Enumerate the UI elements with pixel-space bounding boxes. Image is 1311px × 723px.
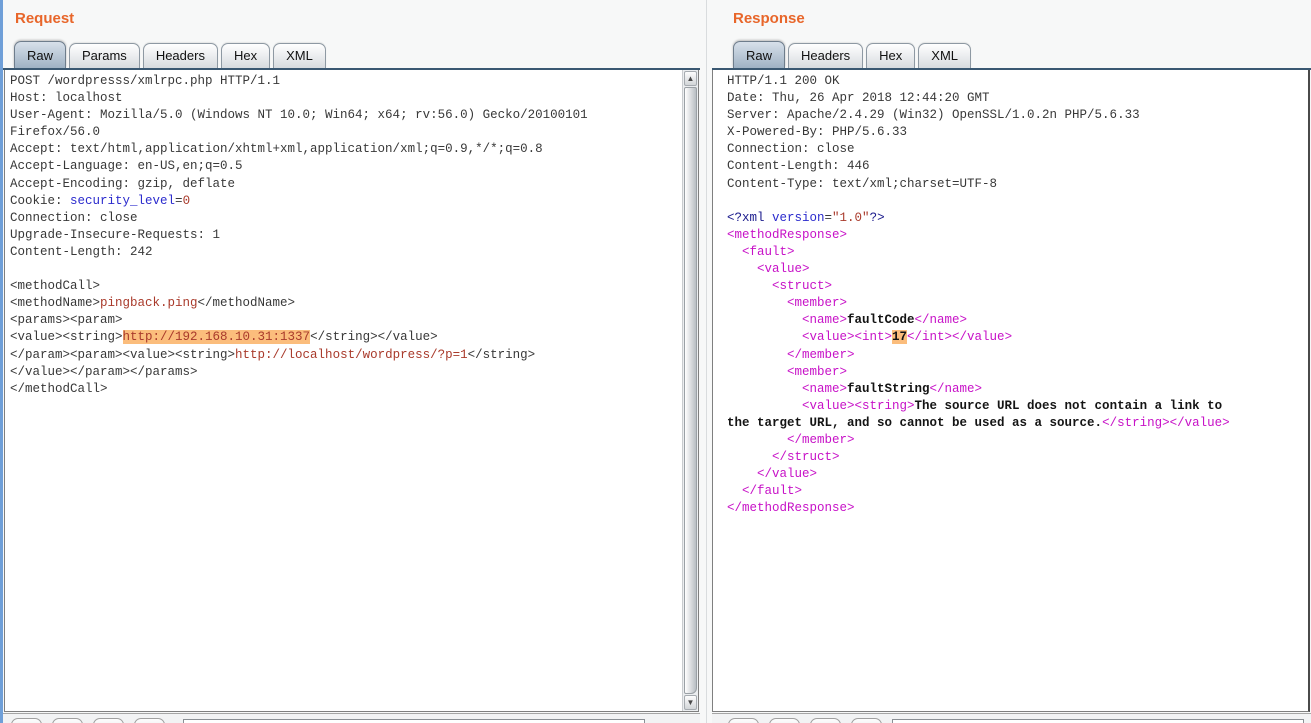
code-line: Date: Thu, 26 Apr 2018 12:44:20 GMT bbox=[727, 90, 1308, 107]
code-line: <methodResponse> bbox=[727, 227, 1308, 244]
code-line: <name>faultString</name> bbox=[727, 381, 1308, 398]
code-line: <params><param> bbox=[10, 312, 682, 329]
code-line: </fault> bbox=[727, 483, 1308, 500]
code-line: Connection: close bbox=[727, 141, 1308, 158]
code-line: Host: localhost bbox=[10, 90, 682, 107]
code-line: <methodCall> bbox=[10, 278, 682, 295]
code-line: </value></param></params> bbox=[10, 364, 682, 381]
code-line: </member> bbox=[727, 347, 1308, 364]
code-line: X-Powered-By: PHP/5.6.33 bbox=[727, 124, 1308, 141]
code-line: <?xml version="1.0"?> bbox=[727, 210, 1308, 227]
code-line: the target URL, and so cannot be used as… bbox=[727, 415, 1308, 432]
code-line: </value> bbox=[727, 466, 1308, 483]
code-line: </member> bbox=[727, 432, 1308, 449]
code-line: <member> bbox=[727, 295, 1308, 312]
code-line: <fault> bbox=[727, 244, 1308, 261]
code-line bbox=[10, 261, 682, 278]
search-button-2[interactable] bbox=[52, 718, 83, 723]
search-button-2[interactable] bbox=[769, 718, 800, 723]
code-line: Upgrade-Insecure-Requests: 1 bbox=[10, 227, 682, 244]
request-tab-hex[interactable]: Hex bbox=[221, 43, 270, 68]
code-line: Server: Apache/2.4.29 (Win32) OpenSSL/1.… bbox=[727, 107, 1308, 124]
response-panel: Response RawHeadersHexXML HTTP/1.1 200 O… bbox=[712, 0, 1311, 723]
code-line: <value><int>17</int></value> bbox=[727, 329, 1308, 346]
code-line: </methodResponse> bbox=[727, 500, 1308, 517]
code-line: <value><string>The source URL does not c… bbox=[727, 398, 1308, 415]
search-button-3[interactable] bbox=[93, 718, 124, 723]
response-viewer: HTTP/1.1 200 OKDate: Thu, 26 Apr 2018 12… bbox=[712, 70, 1310, 712]
code-line: Firefox/56.0 bbox=[10, 124, 682, 141]
response-tab-raw[interactable]: Raw bbox=[733, 41, 785, 68]
response-tabs: RawHeadersHexXML bbox=[733, 41, 971, 68]
request-tab-xml[interactable]: XML bbox=[273, 43, 326, 68]
request-title: Request bbox=[15, 10, 74, 27]
request-viewer: POST /wordpresss/xmlrpc.php HTTP/1.1Host… bbox=[4, 70, 699, 712]
scroll-down-button[interactable]: ▼ bbox=[684, 695, 697, 710]
request-scrollbar[interactable]: ▲ ▼ bbox=[682, 70, 698, 711]
response-search-bar bbox=[712, 713, 1311, 723]
scroll-thumb[interactable] bbox=[684, 87, 697, 694]
code-line: <value><string>http://192.168.10.31:1337… bbox=[10, 329, 682, 346]
code-line: Accept: text/html,application/xhtml+xml,… bbox=[10, 141, 682, 158]
request-search-input[interactable] bbox=[183, 719, 645, 723]
request-raw-content[interactable]: POST /wordpresss/xmlrpc.php HTTP/1.1Host… bbox=[5, 70, 682, 711]
code-line: Connection: close bbox=[10, 210, 682, 227]
code-line: Content-Length: 242 bbox=[10, 244, 682, 261]
search-button-1[interactable] bbox=[11, 718, 42, 723]
request-panel: Request RawParamsHeadersHexXML POST /wor… bbox=[3, 0, 700, 723]
search-button-4[interactable] bbox=[134, 718, 165, 723]
search-button-1[interactable] bbox=[728, 718, 759, 723]
code-line: </struct> bbox=[727, 449, 1308, 466]
request-tab-raw[interactable]: Raw bbox=[14, 41, 66, 68]
request-tab-headers[interactable]: Headers bbox=[143, 43, 218, 68]
code-line: Content-Length: 446 bbox=[727, 158, 1308, 175]
code-line: Accept-Language: en-US,en;q=0.5 bbox=[10, 158, 682, 175]
response-search-input[interactable] bbox=[892, 719, 1304, 723]
code-line: Accept-Encoding: gzip, deflate bbox=[10, 176, 682, 193]
code-line: <member> bbox=[727, 364, 1308, 381]
response-raw-content[interactable]: HTTP/1.1 200 OKDate: Thu, 26 Apr 2018 12… bbox=[713, 70, 1308, 711]
code-line: <methodName>pingback.ping</methodName> bbox=[10, 295, 682, 312]
code-line: <value> bbox=[727, 261, 1308, 278]
code-line: POST /wordpresss/xmlrpc.php HTTP/1.1 bbox=[10, 73, 682, 90]
code-line: <struct> bbox=[727, 278, 1308, 295]
response-tab-headers[interactable]: Headers bbox=[788, 43, 863, 68]
code-line: Cookie: security_level=0 bbox=[10, 193, 682, 210]
search-button-3[interactable] bbox=[810, 718, 841, 723]
code-line bbox=[727, 193, 1308, 210]
response-title: Response bbox=[733, 10, 805, 27]
response-tab-xml[interactable]: XML bbox=[918, 43, 971, 68]
scroll-up-button[interactable]: ▲ bbox=[684, 71, 697, 86]
code-line: HTTP/1.1 200 OK bbox=[727, 73, 1308, 90]
request-tab-params[interactable]: Params bbox=[69, 43, 140, 68]
code-line: <name>faultCode</name> bbox=[727, 312, 1308, 329]
request-tabs: RawParamsHeadersHexXML bbox=[14, 41, 326, 68]
response-tab-hex[interactable]: Hex bbox=[866, 43, 915, 68]
search-button-4[interactable] bbox=[851, 718, 882, 723]
code-line: User-Agent: Mozilla/5.0 (Windows NT 10.0… bbox=[10, 107, 682, 124]
code-line: Content-Type: text/xml;charset=UTF-8 bbox=[727, 176, 1308, 193]
panel-divider bbox=[700, 0, 712, 723]
request-search-bar bbox=[3, 713, 700, 723]
code-line: </methodCall> bbox=[10, 381, 682, 398]
code-line: </param><param><value><string>http://loc… bbox=[10, 347, 682, 364]
